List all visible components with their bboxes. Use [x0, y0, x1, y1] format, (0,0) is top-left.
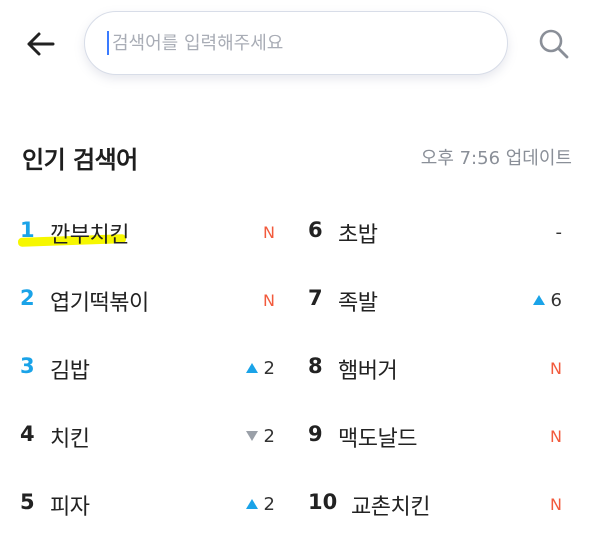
- rank-keyword: 깐부치킨: [50, 223, 129, 248]
- rank-number: 8: [308, 354, 323, 378]
- new-badge: N: [263, 290, 275, 310]
- search-field[interactable]: [84, 11, 508, 75]
- search-icon: [539, 29, 569, 59]
- new-badge: N: [550, 494, 562, 514]
- rank-change-value: 2: [263, 425, 275, 447]
- rank-item-4[interactable]: 4 치킨 2: [20, 404, 275, 472]
- rank-change-value: 2: [263, 357, 275, 379]
- rank-change-value: 6: [550, 289, 562, 311]
- rank-keyword: 족발: [338, 291, 378, 316]
- rank-number: 1: [20, 218, 35, 242]
- rank-number: 2: [20, 286, 35, 310]
- popular-searches-header: 인기 검색어 오후 7:56 업데이트: [0, 130, 600, 180]
- back-button[interactable]: [22, 26, 58, 62]
- new-badge: N: [550, 426, 562, 446]
- rank-keyword: 김밥: [50, 359, 90, 384]
- rank-down-icon: [245, 431, 258, 441]
- rank-keyword: 교촌치킨: [351, 495, 430, 520]
- rank-item-9[interactable]: 9 맥도날드 N: [308, 404, 562, 472]
- rank-change: 2: [245, 356, 275, 380]
- rank-number: 4: [20, 422, 35, 446]
- rank-change: 2: [245, 424, 275, 448]
- update-time: 오후 7:56 업데이트: [420, 148, 572, 169]
- rank-column-right: 6 초밥 - 7 족발 6 8 햄버거 N 9 맥도날드 N 10 교촌치킨 N: [308, 200, 562, 540]
- rank-up-icon: [532, 295, 545, 305]
- rank-change: N: [550, 492, 562, 516]
- rank-item-3[interactable]: 3 김밥 2: [20, 336, 275, 404]
- rank-change: N: [263, 288, 275, 312]
- rank-keyword: 맥도날드: [338, 427, 417, 452]
- rank-item-8[interactable]: 8 햄버거 N: [308, 336, 562, 404]
- no-change-mark: -: [555, 221, 563, 243]
- rank-item-5[interactable]: 5 피자 2: [20, 472, 275, 540]
- rank-number: 10: [308, 490, 338, 514]
- search-input[interactable]: [112, 32, 472, 54]
- rank-item-7[interactable]: 7 족발 6: [308, 268, 562, 336]
- rank-item-2[interactable]: 2 엽기떡볶이 N: [20, 268, 275, 336]
- text-cursor: [107, 31, 109, 55]
- rank-keyword: 피자: [50, 495, 90, 520]
- rank-keyword: 초밥: [338, 223, 378, 248]
- new-badge: N: [263, 222, 275, 242]
- section-title: 인기 검색어: [22, 146, 138, 174]
- rank-change: 2: [245, 492, 275, 516]
- rank-change: -: [556, 220, 563, 244]
- rank-item-1[interactable]: 1 깐부치킨 N: [17, 200, 275, 268]
- rank-change: N: [550, 424, 562, 448]
- rank-item-6[interactable]: 6 초밥 -: [308, 200, 562, 268]
- rank-keyword: 엽기떡볶이: [50, 291, 149, 316]
- rank-change-value: 2: [263, 493, 275, 515]
- rank-number: 6: [308, 218, 323, 242]
- rank-change: N: [263, 220, 275, 244]
- rank-up-icon: [245, 499, 258, 509]
- rank-keyword: 햄버거: [338, 359, 398, 384]
- rank-number: 3: [20, 354, 35, 378]
- new-badge: N: [550, 358, 562, 378]
- rank-number: 9: [308, 422, 323, 446]
- search-button[interactable]: [534, 24, 574, 64]
- rank-item-10[interactable]: 10 교촌치킨 N: [308, 472, 562, 540]
- back-arrow-icon: [27, 32, 55, 56]
- rank-keyword: 치킨: [50, 427, 90, 452]
- rank-change: 6: [532, 288, 562, 312]
- rank-change: N: [550, 356, 562, 380]
- rank-column-left: 1 깐부치킨 N 2 엽기떡볶이 N 3 김밥 2 4 치킨 2 5 피자 2: [17, 200, 275, 540]
- search-header: [0, 0, 600, 95]
- rank-number: 5: [20, 490, 35, 514]
- rank-up-icon: [245, 363, 258, 373]
- rank-number: 7: [308, 286, 323, 310]
